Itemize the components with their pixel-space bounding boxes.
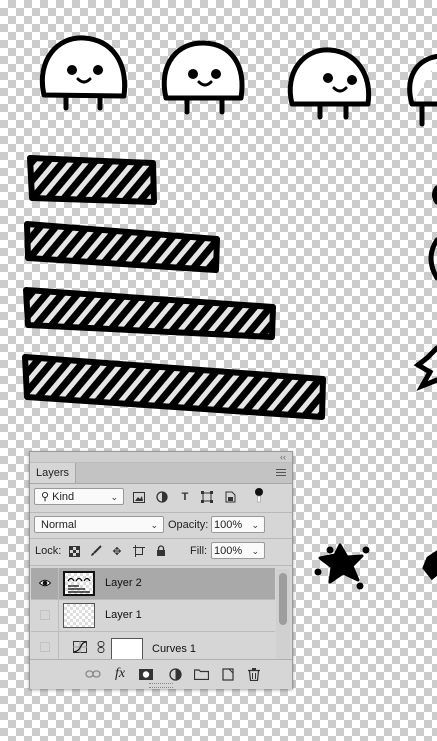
- scrollbar-thumb[interactable]: [279, 573, 287, 625]
- layer-row-layer-2[interactable]: Layer 2: [31, 568, 275, 600]
- creature-1: [39, 35, 128, 111]
- creature-3: [287, 47, 372, 120]
- trash-icon[interactable]: [246, 666, 262, 682]
- chevron-down-icon: ⌄: [150, 520, 158, 530]
- opacity-label: Opacity:: [168, 519, 209, 531]
- add-mask-icon[interactable]: [138, 666, 154, 682]
- lock-image-pixels-icon[interactable]: [89, 544, 103, 558]
- creature-4-partial: [407, 53, 437, 127]
- panel-menu-icon[interactable]: [276, 469, 286, 477]
- hidden-visibility-box[interactable]: [40, 610, 50, 620]
- visibility-toggle[interactable]: [31, 600, 59, 631]
- filter-kind-label: Kind: [52, 491, 75, 503]
- blend-mode-select[interactable]: Normal ⌄: [34, 516, 164, 533]
- blend-row: Normal ⌄ Opacity: 100% ⌄: [30, 514, 292, 536]
- visibility-toggle[interactable]: [31, 632, 59, 660]
- hidden-visibility-box[interactable]: [40, 642, 50, 652]
- star-doodle-partial: [422, 550, 437, 581]
- link-icon[interactable]: [85, 666, 101, 682]
- layer-mask-link-icon[interactable]: [94, 640, 108, 654]
- visibility-toggle[interactable]: [31, 568, 59, 599]
- lock-transparent-pixels-icon[interactable]: [67, 544, 81, 558]
- layers-scrollbar[interactable]: [276, 569, 290, 659]
- layer-thumbnail: [63, 603, 95, 628]
- filter-toggle-icon[interactable]: [252, 488, 266, 503]
- chevron-down-icon: ⌄: [251, 520, 259, 530]
- divider: [30, 512, 292, 513]
- fx-icon[interactable]: fx: [112, 666, 128, 682]
- shape-layer-filter-icon[interactable]: [200, 490, 214, 504]
- star-doodle: [314, 543, 370, 590]
- divider: [30, 565, 292, 566]
- layers-bottom-toolbar: fx: [30, 659, 292, 689]
- collapse-panel-icon[interactable]: ‹‹: [280, 452, 286, 462]
- lock-artboard-icon[interactable]: [132, 544, 146, 558]
- layer-name[interactable]: Layer 2: [105, 568, 142, 599]
- adjustment-layer-filter-icon[interactable]: [155, 490, 169, 504]
- adjustment-icon[interactable]: [167, 666, 183, 682]
- layer-row-layer-1[interactable]: Layer 1: [31, 600, 275, 632]
- lock-row: Lock: ✥ Fill: 100% ⌄: [30, 540, 292, 562]
- blend-mode-value: Normal: [41, 519, 77, 531]
- filter-kind-select[interactable]: ⚲ Kind ⌄: [34, 488, 124, 505]
- layer-name[interactable]: Layer 1: [105, 600, 142, 631]
- chevron-down-icon: ⌄: [251, 546, 259, 556]
- fill-field[interactable]: 100% ⌄: [211, 542, 265, 559]
- right-edge-doodles: [413, 185, 437, 391]
- fill-value: 100%: [214, 545, 243, 557]
- search-icon: ⚲: [41, 491, 50, 503]
- panel-resize-grip[interactable]: [149, 683, 173, 688]
- layer-row-curves-1[interactable]: Curves 1: [31, 632, 275, 660]
- new-layer-icon[interactable]: [220, 666, 236, 682]
- fill-label: Fill:: [190, 545, 208, 557]
- folder-icon[interactable]: [193, 666, 209, 682]
- panel-tab-bar: Layers: [30, 463, 292, 484]
- layers-panel: ‹‹ Layers ⚲ Kind ⌄ T Normal ⌄ Opacity: 1…: [29, 451, 293, 689]
- lock-label: Lock:: [35, 545, 62, 557]
- opacity-value: 100%: [214, 519, 243, 531]
- filter-row: ⚲ Kind ⌄ T: [30, 486, 292, 510]
- layer-mask-thumbnail: [111, 638, 143, 660]
- lock-all-icon[interactable]: [154, 544, 168, 558]
- striped-bars: [22, 155, 326, 420]
- lock-position-icon[interactable]: ✥: [110, 544, 124, 558]
- curves-adjustment-icon: [73, 640, 87, 654]
- chevron-down-icon: ⌄: [110, 492, 118, 502]
- layer-thumbnail: [63, 571, 95, 596]
- eye-icon[interactable]: [39, 577, 51, 589]
- tab-layers[interactable]: Layers: [30, 463, 77, 483]
- divider: [30, 538, 292, 539]
- panel-header-strip: ‹‹: [30, 452, 292, 463]
- creature-2: [161, 40, 245, 115]
- opacity-field[interactable]: 100% ⌄: [211, 516, 265, 533]
- type-layer-filter-icon[interactable]: T: [178, 490, 192, 504]
- pixel-layer-filter-icon[interactable]: [132, 490, 146, 504]
- smart-object-filter-icon[interactable]: [223, 490, 237, 504]
